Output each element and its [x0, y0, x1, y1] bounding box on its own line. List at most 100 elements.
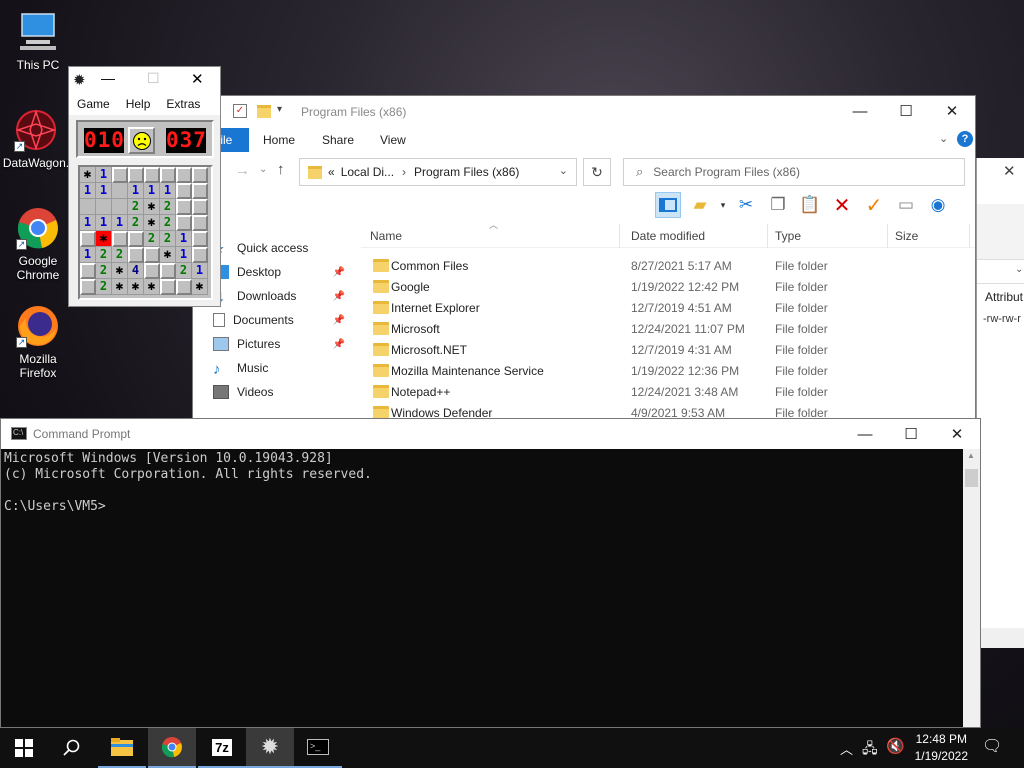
mine-cell[interactable] [80, 263, 96, 279]
taskbar-minesweeper[interactable]: ✹ [246, 728, 294, 768]
command-prompt-window[interactable]: C:\ Command Prompt — ☐ ✕ Microsoft Windo… [0, 418, 981, 728]
mine-cell[interactable] [144, 263, 160, 279]
nav-desktop[interactable]: Desktop 📌 [213, 260, 353, 284]
minimize-button[interactable]: — [842, 419, 888, 449]
forward-arrow-icon[interactable]: → [235, 162, 250, 179]
search-box[interactable]: ⌕ Search Program Files (x86) [623, 158, 965, 186]
minesweeper-titlebar[interactable]: ✹ — ☐ ✕ [69, 67, 220, 93]
file-row[interactable]: Common Files 8/27/2021 5:17 AM File folder [361, 256, 975, 277]
menu-extras[interactable]: Extras [166, 97, 200, 111]
mine-cell[interactable]: ✱ [160, 247, 176, 263]
file-row[interactable]: Notepad++ 12/24/2021 3:48 AM File folder [361, 382, 975, 403]
mine-cell[interactable]: 1 [80, 247, 96, 263]
mine-cell[interactable]: 2 [160, 215, 176, 231]
mine-cell[interactable]: ✱ [192, 279, 208, 295]
nav-videos[interactable]: Videos [213, 380, 353, 404]
rename-icon[interactable]: ▭ [893, 192, 919, 218]
mine-cell[interactable]: 2 [128, 215, 144, 231]
refresh-icon[interactable]: ↻ [583, 158, 611, 186]
ribbon-expand-icon[interactable]: ⌄ [939, 132, 948, 145]
mine-cell[interactable] [128, 231, 144, 247]
mine-cell[interactable]: 1 [192, 263, 208, 279]
close-button[interactable]: ✕ [191, 70, 204, 88]
maximize-button[interactable]: ☐ [888, 419, 934, 449]
minesweeper-window[interactable]: ✹ — ☐ ✕ Game Help Extras 010 037 ✱ 1 1 1 1 1 1… [68, 66, 221, 307]
file-explorer-window[interactable]: ✓ ▾ Program Files (x86) — ☐ ✕ File Home … [192, 95, 976, 425]
mine-cell[interactable]: 1 [112, 215, 128, 231]
explorer-titlebar[interactable]: ✓ ▾ Program Files (x86) — ☐ ✕ [193, 96, 975, 128]
paste-icon[interactable]: 📋 [797, 192, 823, 218]
minimize-button[interactable]: — [101, 70, 115, 86]
close-icon[interactable]: ✕ [1003, 162, 1016, 180]
mine-cell[interactable] [144, 247, 160, 263]
mine-cell[interactable]: 1 [96, 167, 112, 183]
preview-pane-icon[interactable] [655, 192, 681, 218]
mine-cell[interactable] [112, 167, 128, 183]
mine-cell[interactable]: 1 [96, 183, 112, 199]
address-dropdown-icon[interactable]: ⌄ [559, 164, 568, 177]
mine-cell[interactable]: ✱ [80, 167, 96, 183]
nav-pictures[interactable]: Pictures 📌 [213, 332, 353, 356]
mine-cell[interactable]: 1 [80, 183, 96, 199]
menu-game[interactable]: Game [77, 97, 110, 111]
column-header-attributes[interactable]: Attribut [985, 290, 1023, 304]
mine-cell[interactable] [96, 199, 112, 215]
system-clock[interactable]: 12:48 PM 1/19/2022 [915, 731, 968, 765]
nav-music[interactable]: ♪ Music [213, 356, 353, 380]
nav-documents[interactable]: Documents 📌 [213, 308, 353, 332]
mine-cell[interactable] [80, 231, 96, 247]
mine-cell[interactable] [176, 279, 192, 295]
mine-cell[interactable]: ✱ [144, 215, 160, 231]
mine-cell[interactable]: 2 [144, 231, 160, 247]
file-row[interactable]: Google 1/19/2022 12:42 PM File folder [361, 277, 975, 298]
nav-quick-access[interactable]: ★Quick access [213, 236, 353, 260]
mine-cell[interactable]: ✱ [96, 231, 112, 247]
mine-cell[interactable] [128, 247, 144, 263]
scroll-up-icon[interactable]: ▲ [967, 451, 975, 460]
mine-cell[interactable]: ✱ [112, 279, 128, 295]
mine-cell[interactable]: 2 [176, 263, 192, 279]
file-row[interactable]: Mozilla Maintenance Service 1/19/2022 12:… [361, 361, 975, 382]
breadcrumb-program-files[interactable]: Program Files (x86) [414, 165, 519, 179]
delete-icon[interactable]: ✕ [829, 192, 855, 218]
up-arrow-icon[interactable]: ↑ [277, 161, 285, 178]
column-name[interactable]: Name [370, 229, 402, 243]
mine-cell[interactable] [192, 247, 208, 263]
mine-cell[interactable] [112, 199, 128, 215]
mine-cell[interactable] [160, 263, 176, 279]
desktop-icon-this-pc[interactable]: This PC [0, 10, 76, 72]
dropdown-icon[interactable]: ▾ [719, 192, 727, 218]
close-button[interactable]: ✕ [929, 96, 975, 126]
mine-cell[interactable]: 2 [112, 247, 128, 263]
mine-cell[interactable]: 2 [96, 247, 112, 263]
scrollbar[interactable]: ▲ [963, 449, 980, 727]
maximize-button[interactable]: ☐ [147, 70, 160, 87]
minimize-button[interactable]: — [837, 96, 883, 126]
copy-icon[interactable]: ❐ [765, 192, 791, 218]
mine-cell[interactable]: 1 [144, 183, 160, 199]
help-icon[interactable]: ? [957, 131, 973, 147]
cut-icon[interactable]: ✂ [733, 192, 759, 218]
mine-cell[interactable]: 1 [80, 215, 96, 231]
column-type[interactable]: Type [775, 229, 801, 243]
desktop-icon-datawagon[interactable]: ↗ DataWagon. [0, 108, 74, 170]
properties-check-icon[interactable]: ✓ [861, 192, 887, 218]
mine-cell[interactable]: 2 [160, 199, 176, 215]
mine-cell[interactable] [128, 167, 144, 183]
volume-muted-icon[interactable]: 🔇 [886, 737, 905, 755]
mine-cell[interactable]: 1 [128, 183, 144, 199]
address-overflow[interactable]: « [328, 165, 335, 179]
search-button[interactable] [48, 728, 96, 768]
file-row[interactable]: Internet Explorer 12/7/2019 4:51 AM File f… [361, 298, 975, 319]
mine-cell[interactable] [112, 183, 128, 199]
mine-cell[interactable] [192, 199, 208, 215]
mine-cell[interactable] [192, 183, 208, 199]
mine-cell[interactable] [112, 231, 128, 247]
mine-cell[interactable] [160, 279, 176, 295]
close-button[interactable]: ✕ [934, 419, 980, 449]
mine-cell[interactable]: 2 [160, 231, 176, 247]
nav-downloads[interactable]: ⬇Downloads📌 [213, 284, 353, 308]
mine-cell[interactable] [192, 167, 208, 183]
mine-cell[interactable]: 4 [128, 263, 144, 279]
network-icon[interactable]: 🖧 [862, 738, 878, 762]
